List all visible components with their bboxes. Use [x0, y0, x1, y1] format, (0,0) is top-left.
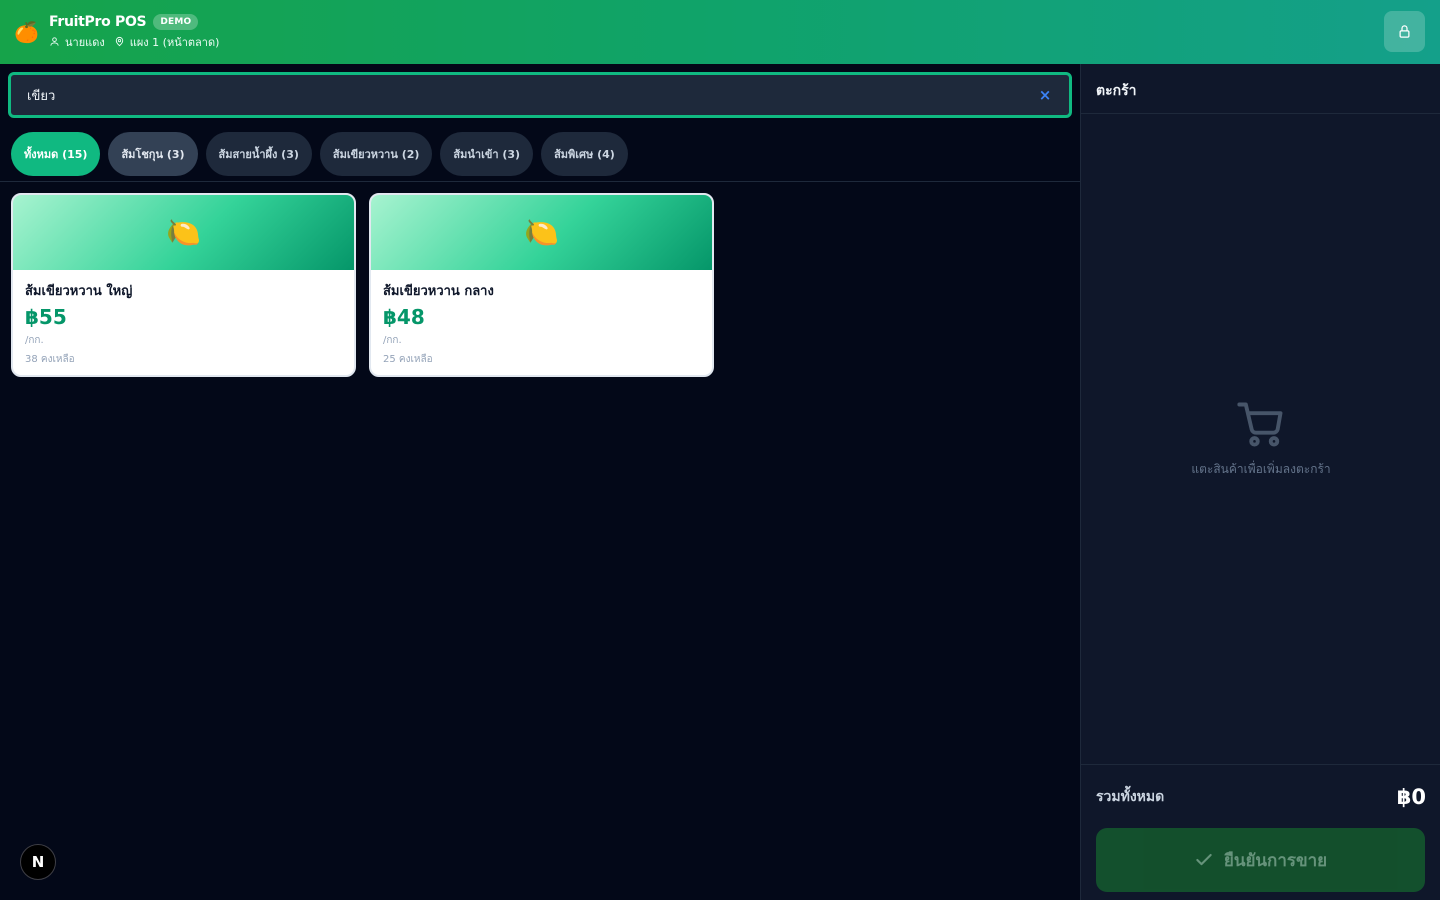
product-stock: 38 คงเหลือ: [25, 354, 75, 365]
user-name: นายแดง: [65, 35, 105, 49]
lemon-icon: 🍋: [524, 216, 559, 249]
cart-panel: ตะกร้า แตะสินค้าเพื่อเพิ่มลงตะกร้า รวมทั…: [1080, 64, 1440, 900]
product-stock: 25 คงเหลือ: [383, 354, 433, 365]
cart-empty-text: แตะสินค้าเพื่อเพิ่มลงตะกร้า: [1191, 462, 1331, 476]
app-name: FruitPro POS: [49, 13, 147, 30]
tab-imported[interactable]: ส้มนำเข้า (3): [440, 131, 534, 176]
total-value: ฿0: [1396, 784, 1426, 809]
product-name: ส้มเขียวหวาน กลาง: [383, 284, 494, 299]
brand-block: FruitPro POS DEMO นายแดง แผง 1 (หน้าตลาด…: [49, 13, 223, 51]
total-row: รวมทั้งหมด ฿0: [1096, 765, 1426, 828]
product-card[interactable]: 🍋 ส้มเขียวหวาน ใหญ่ ฿55 /กก. 38 คงเหลือ: [11, 193, 356, 377]
shopping-cart-icon: [1237, 402, 1283, 447]
lock-icon: [1399, 25, 1410, 38]
product-name: ส้มเขียวหวาน ใหญ่: [25, 284, 133, 299]
product-panel: × ทั้งหมด (15) ส้มโชกุน (3) ส้มสายน้ำผึ้…: [0, 64, 1080, 900]
demo-badge: DEMO: [153, 13, 199, 30]
product-price: ฿55: [25, 305, 67, 329]
confirm-sale-label: ยืนยันการขาย: [1223, 850, 1328, 871]
cart-empty-state: แตะสินค้าเพื่อเพิ่มลงตะกร้า: [1081, 398, 1440, 479]
product-price: ฿48: [383, 305, 425, 329]
cart-title: ตะกร้า: [1081, 64, 1440, 114]
tab-shogun[interactable]: ส้มโชกุน (3): [108, 131, 198, 176]
tab-all[interactable]: ทั้งหมด (15): [11, 131, 101, 176]
tab-sai-nam-phueng[interactable]: ส้มสายน้ำผึ้ง (3): [205, 131, 312, 176]
orange-logo-icon: 🍊: [14, 20, 39, 44]
product-banner: 🍋: [13, 195, 354, 270]
location-info: แผง 1 (หน้าตลาด): [114, 33, 220, 51]
location-name: แผง 1 (หน้าตลาด): [129, 35, 220, 49]
app-header: 🍊 FruitPro POS DEMO นายแดง แผง 1 (หน้าตล…: [0, 0, 1440, 64]
clear-search-button[interactable]: ×: [1037, 86, 1053, 104]
search-box: ×: [8, 72, 1072, 118]
product-card[interactable]: 🍋 ส้มเขียวหวาน กลาง ฿48 /กก. 25 คงเหลือ: [369, 193, 714, 377]
cart-footer: รวมทั้งหมด ฿0 ยืนยันการขาย: [1081, 764, 1440, 900]
search-input[interactable]: [27, 87, 1037, 103]
map-pin-icon: [115, 36, 123, 47]
confirm-sale-button[interactable]: ยืนยันการขาย: [1096, 828, 1425, 892]
tab-special[interactable]: ส้มพิเศษ (4): [541, 131, 628, 176]
product-unit: /กก.: [25, 335, 44, 346]
tab-khiao-wan[interactable]: ส้มเขียวหวาน (2): [319, 131, 433, 176]
product-banner: 🍋: [371, 195, 712, 270]
dev-tools-badge[interactable]: N: [20, 844, 56, 880]
total-label: รวมทั้งหมด: [1096, 788, 1165, 805]
check-icon: [1196, 853, 1212, 866]
lemon-icon: 🍋: [166, 216, 201, 249]
lock-button[interactable]: [1384, 11, 1425, 52]
category-tabs: ทั้งหมด (15) ส้มโชกุน (3) ส้มสายน้ำผึ้ง …: [0, 126, 1080, 182]
product-unit: /กก.: [383, 335, 402, 346]
user-info: นายแดง: [49, 33, 105, 51]
user-icon: [50, 37, 59, 46]
product-grid: 🍋 ส้มเขียวหวาน ใหญ่ ฿55 /กก. 38 คงเหลือ …: [11, 193, 714, 377]
